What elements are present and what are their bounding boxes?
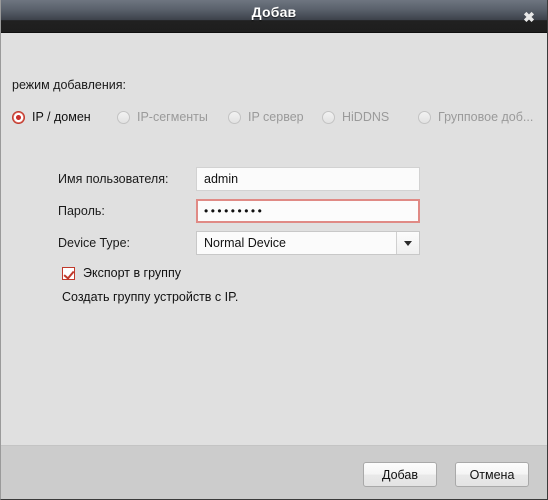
radio-label: IP-сегменты [137,110,208,124]
username-row: Имя пользователя: [1,165,547,197]
dialog-footer: Добав Отмена [1,445,547,499]
radio-label: IP / домен [32,110,91,124]
radio-unselected-icon [322,110,335,124]
device-type-value: Normal Device [197,232,396,254]
radio-unselected-icon [228,110,241,124]
add-device-dialog: Добав ✖ режим добавления: IP / домен IP-… [0,0,548,500]
radio-option-hiddns[interactable]: HiDDNS [322,107,389,127]
device-type-label: Device Type: [58,236,131,250]
export-to-group-label: Экспорт в группу [83,266,181,280]
mode-section-label: режим добавления: [12,78,126,92]
radio-option-ip-domain[interactable]: IP / домен [12,107,91,127]
dialog-titlebar: Добав ✖ [1,0,547,33]
credentials-form: Имя пользователя: Пароль: Device Type: N… [1,165,547,261]
radio-selected-icon [12,110,25,124]
password-row: Пароль: [1,197,547,229]
radio-option-ip-segments[interactable]: IP-сегменты [117,107,208,127]
device-type-row: Device Type: Normal Device [1,229,547,261]
password-input[interactable] [196,199,420,223]
mode-radio-group: IP / домен IP-сегменты IP сервер HiDDNS … [12,107,542,127]
radio-label: IP сервер [248,110,304,124]
password-label: Пароль: [58,204,105,218]
dialog-title: Добав [251,4,297,20]
add-button[interactable]: Добав [363,462,437,487]
export-to-group-row[interactable]: Экспорт в группу [62,264,181,282]
group-hint-text: Создать группу устройств с IP. [62,290,239,304]
radio-option-ip-server[interactable]: IP сервер [228,107,304,127]
dialog-body: режим добавления: IP / домен IP-сегменты… [1,33,547,445]
radio-label: HiDDNS [342,110,390,124]
radio-unselected-icon [418,110,431,124]
chevron-down-icon[interactable] [396,232,419,254]
radio-label: Групповое доб... [438,110,534,124]
cancel-button[interactable]: Отмена [455,462,529,487]
radio-unselected-icon [117,110,130,124]
export-to-group-checkbox[interactable] [62,266,75,280]
username-input[interactable] [196,167,420,191]
username-label: Имя пользователя: [58,172,169,186]
device-type-select[interactable]: Normal Device [196,231,420,255]
close-icon[interactable]: ✖ [521,9,537,25]
radio-option-batch-add[interactable]: Групповое доб... [418,107,533,127]
